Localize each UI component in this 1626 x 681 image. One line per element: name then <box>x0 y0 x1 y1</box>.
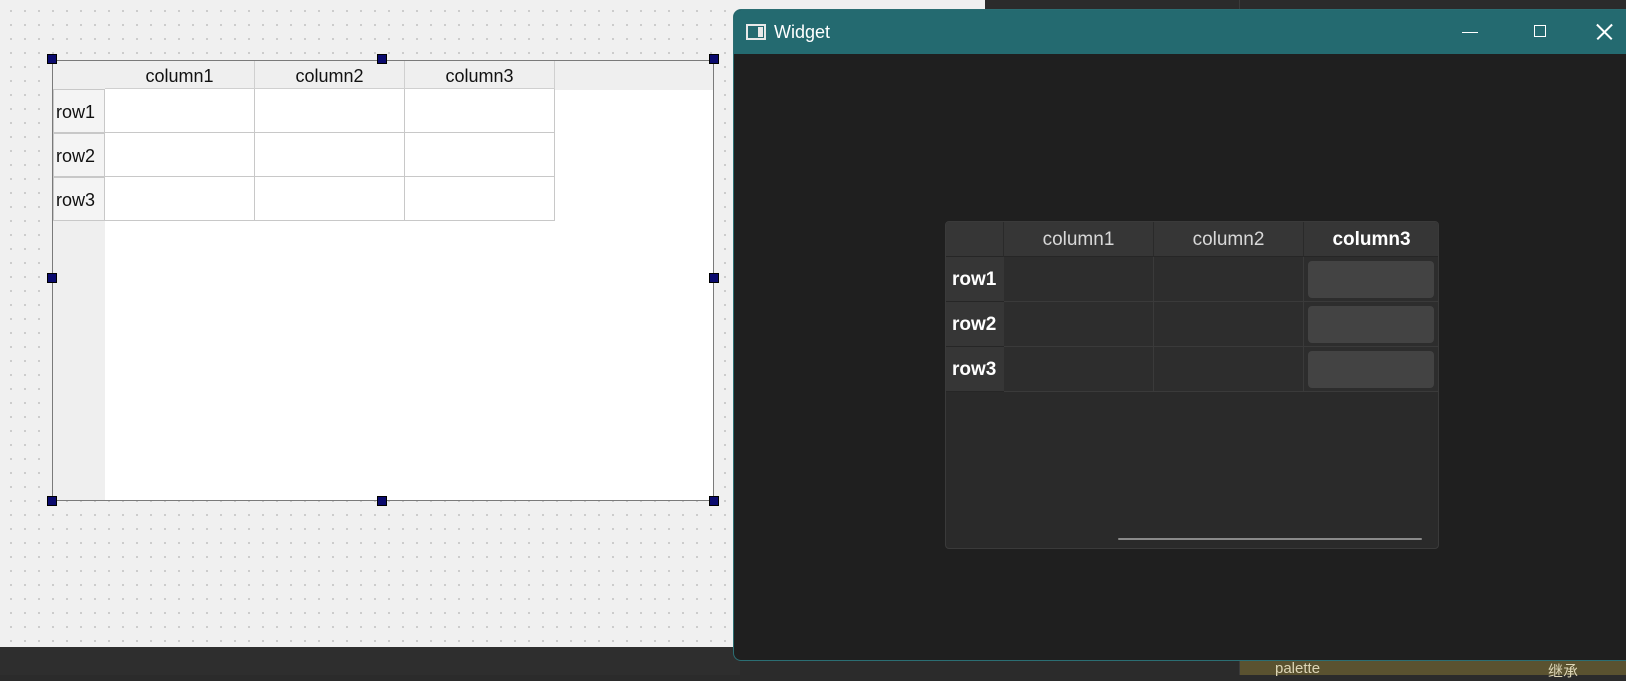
column-header[interactable]: column1 <box>1004 222 1154 257</box>
row-header[interactable]: row3 <box>946 347 1004 392</box>
column-header[interactable]: column2 <box>1154 222 1304 257</box>
horizontal-scrollbar[interactable] <box>1118 538 1422 540</box>
table-cell[interactable] <box>1004 302 1154 347</box>
designer-table-cell[interactable] <box>405 177 555 221</box>
designer-table-cell[interactable] <box>255 133 405 177</box>
designer-corner-button[interactable] <box>53 61 105 90</box>
property-name-palette: palette <box>1275 660 1321 677</box>
row-header[interactable]: row2 <box>946 302 1004 347</box>
designer-table-cell[interactable] <box>405 89 555 133</box>
table-cell[interactable] <box>1004 347 1154 392</box>
designer-row-header[interactable]: row3 <box>53 177 105 221</box>
designer-table-cell[interactable] <box>255 89 405 133</box>
property-value-inherit: 继承 <box>1548 663 1579 680</box>
designer-column-header[interactable]: column1 <box>105 61 255 89</box>
designer-column-header[interactable]: column2 <box>255 61 405 89</box>
designer-table-cell[interactable] <box>105 89 255 133</box>
designer-row-header[interactable]: row2 <box>53 133 105 177</box>
window-title: Widget <box>774 22 831 42</box>
table-cell-selected[interactable] <box>1304 302 1438 347</box>
designer-table-cell[interactable] <box>405 133 555 177</box>
status-strip <box>0 647 740 675</box>
designer-table-widget[interactable]: column1 column2 column3 row1 row2 row3 <box>52 60 714 501</box>
table-cell[interactable] <box>1004 257 1154 302</box>
resize-handle-top-right[interactable] <box>709 54 719 64</box>
designer-table-cell[interactable] <box>105 177 255 221</box>
table-cell[interactable] <box>1154 347 1304 392</box>
table-cell[interactable] <box>1154 257 1304 302</box>
maximize-button[interactable] <box>1510 10 1570 54</box>
close-button[interactable] <box>1574 10 1626 54</box>
runtime-table-widget[interactable]: column1 column2 column3 row1 row2 row3 <box>945 221 1439 549</box>
minimize-button[interactable] <box>1440 10 1500 54</box>
window-titlebar[interactable]: Widget <box>734 10 1626 54</box>
designer-table-cell[interactable] <box>105 133 255 177</box>
resize-handle-left[interactable] <box>47 273 57 283</box>
resize-handle-top-left[interactable] <box>47 54 57 64</box>
table-corner-button[interactable] <box>946 222 1004 257</box>
cell-highlight <box>1308 351 1434 388</box>
designer-table-cell[interactable] <box>255 177 405 221</box>
table-cell[interactable] <box>1154 302 1304 347</box>
designer-row-header[interactable]: row1 <box>53 89 105 133</box>
resize-handle-bottom[interactable] <box>377 496 387 506</box>
app-window-icon <box>746 24 766 40</box>
column-header-selected[interactable]: column3 <box>1304 222 1438 257</box>
resize-handle-bottom-right[interactable] <box>709 496 719 506</box>
table-cell-selected[interactable] <box>1304 347 1438 392</box>
cell-highlight <box>1308 306 1434 343</box>
widget-window[interactable]: Widget column1 column2 column3 row1 row2… <box>733 9 1626 661</box>
resize-handle-top[interactable] <box>377 54 387 64</box>
row-header[interactable]: row1 <box>946 257 1004 302</box>
resize-handle-bottom-left[interactable] <box>47 496 57 506</box>
resize-handle-right[interactable] <box>709 273 719 283</box>
cell-highlight <box>1308 261 1434 298</box>
table-cell-selected[interactable] <box>1304 257 1438 302</box>
designer-column-header[interactable]: column3 <box>405 61 555 89</box>
